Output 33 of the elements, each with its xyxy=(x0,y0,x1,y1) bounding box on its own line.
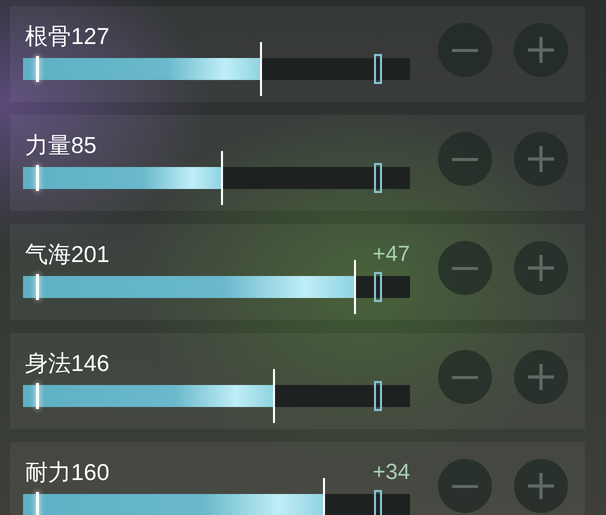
start-tick xyxy=(36,165,39,191)
plus-icon xyxy=(528,255,554,281)
attribute-label: 耐力160 xyxy=(25,458,110,486)
minus-icon xyxy=(452,158,478,160)
start-tick xyxy=(36,383,39,409)
plus-icon xyxy=(528,146,554,172)
attribute-label: 身法146 xyxy=(25,349,110,377)
start-tick xyxy=(36,492,39,515)
plus-icon xyxy=(528,364,554,390)
fill-end-line xyxy=(354,260,356,314)
bonus-value: +47 xyxy=(372,240,410,268)
bonus-value: +34 xyxy=(372,458,410,486)
cap-marker xyxy=(374,272,382,302)
attribute-label: 力量85 xyxy=(25,131,97,159)
cap-marker xyxy=(374,490,382,515)
cap-marker xyxy=(374,54,382,84)
fill-end-line xyxy=(323,478,326,515)
plus-icon xyxy=(528,37,554,63)
attribute-label: 根骨127 xyxy=(25,22,110,50)
start-tick xyxy=(36,274,39,300)
cap-marker xyxy=(374,381,382,411)
cap-marker xyxy=(374,163,382,193)
attribute-label: 气海201 xyxy=(25,240,110,268)
fill-end-line xyxy=(260,42,262,96)
minus-icon xyxy=(452,484,478,488)
minus-icon xyxy=(452,48,478,52)
fill-end-line xyxy=(220,151,223,205)
minus-icon xyxy=(452,266,478,270)
fill-end-line xyxy=(273,369,276,423)
minus-icon xyxy=(452,376,478,378)
plus-icon xyxy=(528,473,554,499)
start-tick xyxy=(36,56,39,82)
minus-button[interactable] xyxy=(438,241,492,295)
